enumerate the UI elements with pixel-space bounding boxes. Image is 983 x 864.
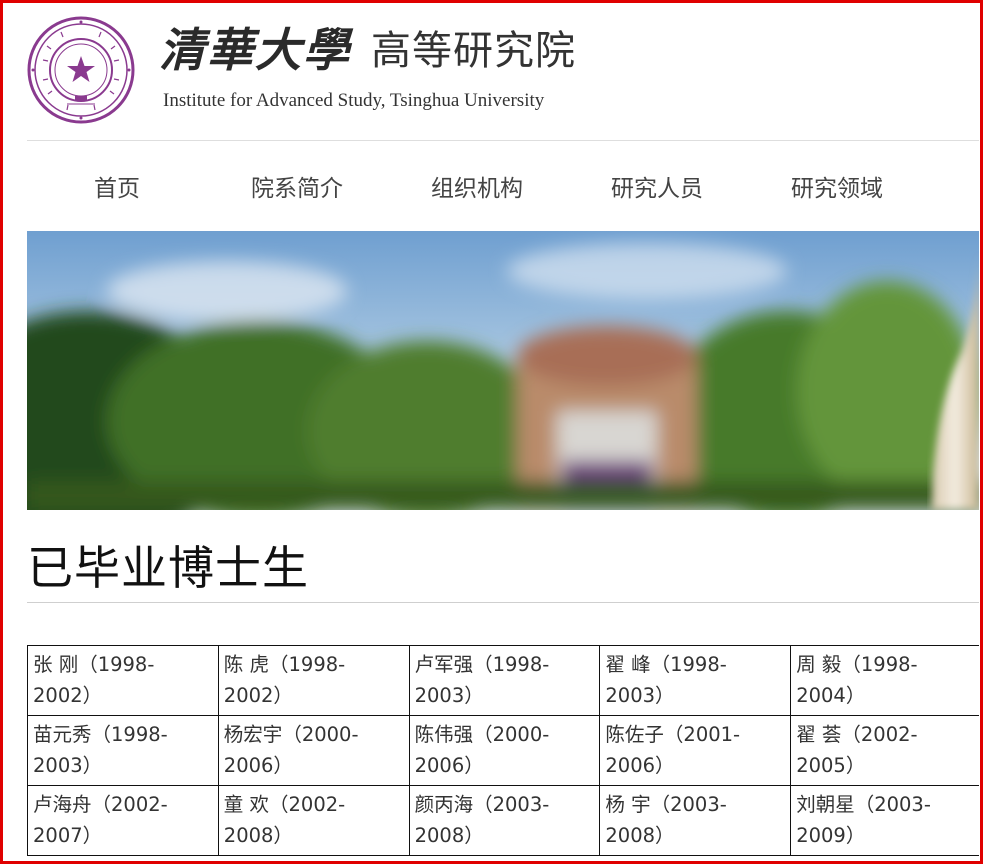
graduate-name-years: 陈 虎（1998- [224, 649, 404, 680]
graduate-end-year: 2004） [796, 684, 866, 707]
graduates-table: 张 刚（1998- 2002） 陈 虎（1998- 2002） 卢军强（1998- 2… [27, 645, 979, 856]
graduate-name: 周 毅 [796, 653, 842, 676]
graduate-name-years: 杨宏宇（2000- [224, 719, 404, 750]
site-header: 清華大學 高等研究院 Institute for Advanced Study,… [27, 0, 979, 140]
graduate-end-year: 2002） [223, 684, 293, 707]
graduate-start-year: （2003- [650, 793, 727, 816]
graduate-cell: 翟 峰（1998- 2003） [599, 645, 792, 716]
graduate-end-year: 2003） [33, 754, 103, 777]
graduate-name-years: 童 欢（2002- [224, 789, 404, 820]
graduate-name: 刘朝星 [796, 793, 855, 816]
graduate-cell: 卢海舟（2002- 2007） [27, 785, 219, 856]
graduate-end-year: 2008） [414, 824, 484, 847]
graduate-name-years: 张 刚（1998- [33, 649, 213, 680]
graduate-start-year: （1998- [650, 653, 727, 676]
graduate-start-year: （2002- [841, 723, 918, 746]
graduate-end-year: 2002） [33, 684, 103, 707]
graduate-end-year: 2006） [414, 754, 484, 777]
graduate-cell: 翟 荟（2002- 2005） [790, 715, 979, 786]
title-divider [27, 602, 979, 603]
graduate-end-year: 2008） [223, 824, 293, 847]
graduate-name-years: 陈伟强（2000- [415, 719, 595, 750]
graduate-end-year: 2007） [33, 824, 103, 847]
institute-english-name: Institute for Advanced Study, Tsinghua U… [163, 90, 545, 111]
graduate-end-year: 2006） [223, 754, 293, 777]
graduate-start-year: （1998- [269, 653, 346, 676]
graduate-name-years: 杨 宇（2003- [605, 789, 785, 820]
graduate-cell: 周 毅（1998- 2004） [790, 645, 979, 716]
graduate-name-years: 卢军强（1998- [415, 649, 595, 680]
graduate-cell: 张 刚（1998- 2002） [27, 645, 219, 716]
table-row: 卢海舟（2002- 2007） 童 欢（2002- 2008） 颜丙海（2003- 2… [27, 785, 979, 856]
graduate-name: 童 欢 [223, 793, 269, 816]
graduate-start-year: （1998- [841, 653, 918, 676]
tsinghua-seal-logo[interactable] [27, 16, 135, 124]
tsinghua-calligraphy-name: 清華大學 [159, 23, 351, 77]
graduate-start-year: （2002- [269, 793, 346, 816]
graduate-start-year: （2002- [91, 793, 168, 816]
campus-banner-image [27, 231, 979, 510]
graduate-name-years: 刘朝星（2003- [796, 789, 976, 820]
graduate-cell: 陈 虎（1998- 2002） [217, 645, 410, 716]
nav-item-home[interactable]: 首页 [27, 141, 207, 231]
graduate-start-year: （1998- [78, 653, 155, 676]
nav-item-about[interactable]: 院系简介 [207, 141, 387, 231]
graduate-name: 苗元秀 [33, 723, 92, 746]
graduate-name-years: 苗元秀（1998- [33, 719, 213, 750]
graduate-name: 卢海舟 [33, 793, 92, 816]
graduate-end-year: 2003） [414, 684, 484, 707]
graduate-name: 陈伟强 [414, 723, 474, 746]
nav-item-organization[interactable]: 组织机构 [387, 141, 567, 231]
campus-photo [27, 231, 979, 510]
graduate-end-year: 2009） [796, 824, 866, 847]
graduate-cell: 杨 宇（2003- 2008） [599, 785, 792, 856]
graduate-name-years: 周 毅（1998- [796, 649, 976, 680]
graduate-name: 翟 峰 [605, 653, 651, 676]
graduate-start-year: （2000- [282, 723, 359, 746]
graduate-name-years: 颜丙海（2003- [415, 789, 595, 820]
graduate-start-year: （1998- [473, 653, 550, 676]
graduate-end-year: 2005） [796, 754, 866, 777]
graduate-name: 杨宏宇 [223, 723, 283, 746]
graduate-cell: 陈伟强（2000- 2006） [408, 715, 601, 786]
brand-title[interactable]: 清華大學 高等研究院 [159, 12, 576, 82]
graduate-start-year: （2001- [663, 723, 741, 746]
graduate-name: 卢军强 [414, 653, 474, 676]
graduate-start-year: （2003- [854, 793, 931, 816]
graduate-name: 翟 荟 [796, 723, 842, 746]
graduate-cell: 苗元秀（1998- 2003） [27, 715, 219, 786]
graduate-start-year: （2003- [473, 793, 550, 816]
graduate-name: 张 刚 [33, 653, 79, 676]
graduate-cell: 杨宏宇（2000- 2006） [217, 715, 410, 786]
nav-item-research-areas[interactable]: 研究领域 [747, 141, 927, 231]
graduate-end-year: 2003） [605, 684, 675, 707]
graduate-name: 陈 虎 [223, 653, 269, 676]
graduate-cell: 陈佐子（2001- 2006） [599, 715, 792, 786]
table-row: 苗元秀（1998- 2003） 杨宏宇（2000- 2006） 陈伟强（2000- 2… [27, 715, 979, 786]
graduate-cell: 刘朝星（2003- 2009） [790, 785, 979, 856]
graduate-start-year: （1998- [91, 723, 168, 746]
graduate-cell: 卢军强（1998- 2003） [408, 645, 601, 716]
graduate-start-year: （2000- [473, 723, 550, 746]
institute-name: 高等研究院 [371, 28, 576, 74]
graduate-name: 陈佐子 [605, 723, 664, 746]
graduate-name: 颜丙海 [414, 793, 474, 816]
page-content: 清華大學 高等研究院 Institute for Advanced Study,… [27, 0, 979, 864]
graduate-name-years: 卢海舟（2002- [33, 789, 213, 820]
graduate-end-year: 2006） [605, 754, 675, 777]
graduate-name-years: 翟 峰（1998- [605, 649, 785, 680]
graduate-cell: 童 欢（2002- 2008） [217, 785, 410, 856]
graduate-cell: 颜丙海（2003- 2008） [408, 785, 601, 856]
graduate-name-years: 翟 荟（2002- [796, 719, 976, 750]
graduate-end-year: 2008） [605, 824, 675, 847]
main-nav: 首页 院系简介 组织机构 研究人员 研究领域 [27, 141, 979, 231]
nav-item-researchers[interactable]: 研究人员 [567, 141, 747, 231]
graduate-name-years: 陈佐子（2001- [605, 719, 785, 750]
page-title: 已毕业博士生 [27, 541, 309, 595]
graduate-name: 杨 宇 [605, 793, 651, 816]
table-row: 张 刚（1998- 2002） 陈 虎（1998- 2002） 卢军强（1998- 2… [27, 645, 979, 716]
